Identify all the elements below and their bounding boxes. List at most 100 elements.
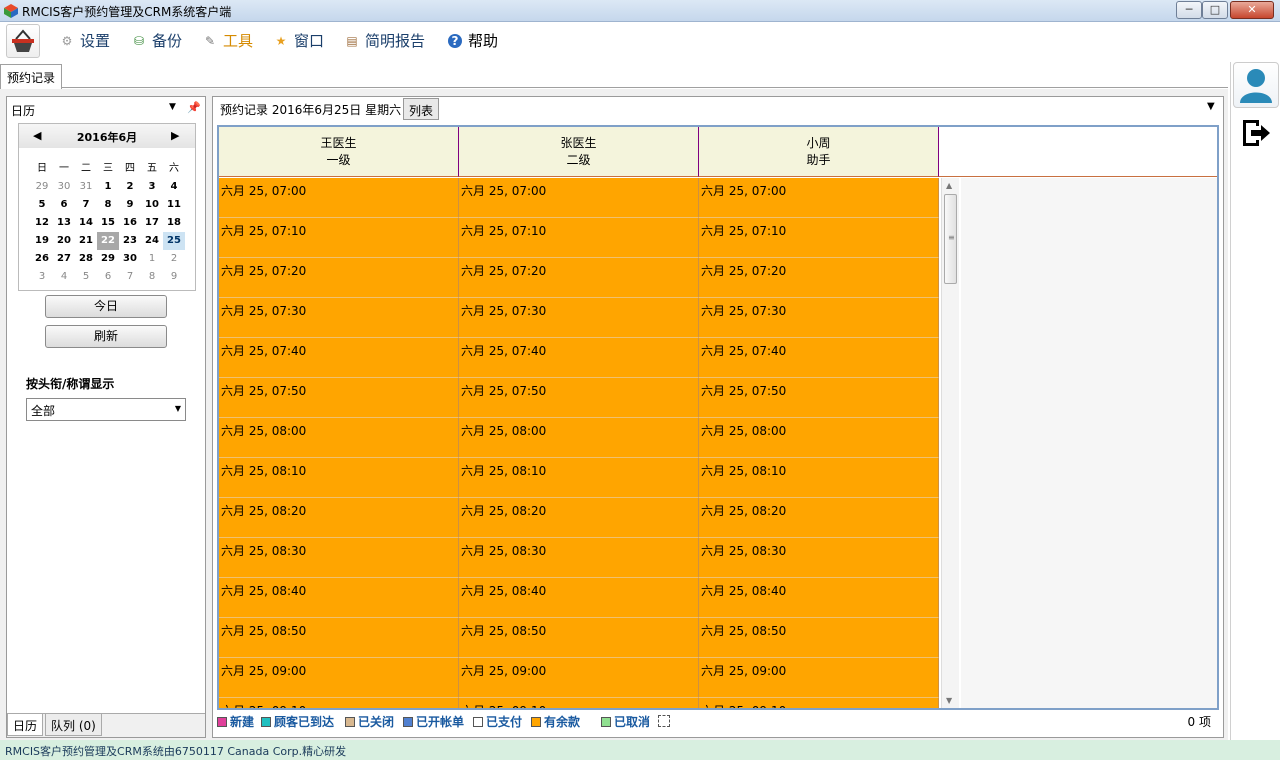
scroll-up-icon[interactable]: ▲ [946, 181, 952, 190]
time-slot-cell[interactable]: 六月 25, 09:00 [699, 658, 939, 698]
calendar-day[interactable]: 3 [141, 178, 163, 196]
time-slot-cell[interactable]: 六月 25, 08:20 [219, 498, 459, 538]
calendar-day[interactable]: 6 [53, 196, 75, 214]
time-slot-cell[interactable]: 六月 25, 08:40 [219, 578, 459, 618]
calendar-day[interactable]: 2 [119, 178, 141, 196]
calendar-day[interactable]: 10 [141, 196, 163, 214]
title-filter-select[interactable]: 全部 ▼ [26, 398, 186, 421]
time-slot-cell[interactable]: 六月 25, 08:30 [459, 538, 699, 578]
calendar-day[interactable]: 26 [31, 250, 53, 268]
calendar-day[interactable]: 5 [75, 268, 97, 286]
calendar-day[interactable]: 17 [141, 214, 163, 232]
calendar-day[interactable]: 7 [119, 268, 141, 286]
calendar-day[interactable]: 29 [97, 250, 119, 268]
calendar-day[interactable]: 7 [75, 196, 97, 214]
time-slot-cell[interactable]: 六月 25, 07:10 [459, 218, 699, 258]
next-month-icon[interactable]: ▶ [171, 129, 179, 142]
time-slot-cell[interactable]: 六月 25, 07:50 [699, 378, 939, 418]
time-slot-cell[interactable]: 六月 25, 08:20 [699, 498, 939, 538]
calendar-day[interactable]: 30 [53, 178, 75, 196]
calendar-day[interactable]: 11 [163, 196, 185, 214]
scroll-down-icon[interactable]: ▼ [946, 696, 952, 705]
calendar-day[interactable]: 30 [119, 250, 141, 268]
calendar-day[interactable]: 16 [119, 214, 141, 232]
maximize-button[interactable]: □ [1202, 1, 1228, 19]
calendar-day[interactable]: 1 [141, 250, 163, 268]
time-slot-cell[interactable]: 六月 25, 08:50 [219, 618, 459, 658]
menu-window[interactable]: ★ 窗口 [274, 30, 324, 51]
time-slot-cell[interactable]: 六月 25, 08:10 [459, 458, 699, 498]
calendar-day[interactable]: 6 [97, 268, 119, 286]
calendar-day[interactable]: 31 [75, 178, 97, 196]
tab-calendar[interactable]: 日历 [7, 714, 44, 736]
time-slot-cell[interactable]: 六月 25, 08:00 [219, 418, 459, 458]
calendar-day[interactable]: 8 [141, 268, 163, 286]
calendar-day[interactable]: 1 [97, 178, 119, 196]
time-slot-cell[interactable]: 六月 25, 09:10 [459, 698, 699, 708]
calendar-day[interactable]: 20 [53, 232, 75, 250]
calendar-selected-day[interactable]: 25 [163, 232, 185, 250]
time-slot-cell[interactable]: 六月 25, 08:00 [459, 418, 699, 458]
calendar-day[interactable]: 21 [75, 232, 97, 250]
menu-settings[interactable]: ⚙ 设置 [60, 30, 110, 51]
logout-button[interactable] [1239, 116, 1273, 150]
time-slot-cell[interactable]: 六月 25, 08:10 [219, 458, 459, 498]
time-slot-cell[interactable]: 六月 25, 07:30 [459, 298, 699, 338]
pin-icon[interactable]: 📌 [187, 101, 201, 114]
column-header[interactable]: 小周 助手 [699, 127, 939, 177]
time-slot-cell[interactable]: 六月 25, 07:20 [699, 258, 939, 298]
time-slot-cell[interactable]: 六月 25, 07:00 [219, 178, 459, 218]
time-slot-cell[interactable]: 六月 25, 08:50 [699, 618, 939, 658]
time-slot-cell[interactable]: 六月 25, 07:50 [219, 378, 459, 418]
calendar-day[interactable]: 5 [31, 196, 53, 214]
time-slot-cell[interactable]: 六月 25, 09:10 [699, 698, 939, 708]
calendar-day[interactable]: 4 [53, 268, 75, 286]
user-button[interactable] [1233, 62, 1279, 108]
calendar-day[interactable]: 23 [119, 232, 141, 250]
calendar-day[interactable]: 28 [75, 250, 97, 268]
time-slot-cell[interactable]: 六月 25, 09:10 [219, 698, 459, 708]
tab-appointment-day[interactable]: 预约记录 2016年6月25日 星期六 [215, 98, 407, 120]
time-slot-cell[interactable]: 六月 25, 07:00 [699, 178, 939, 218]
time-slot-cell[interactable]: 六月 25, 07:40 [219, 338, 459, 378]
scroll-thumb[interactable]: ≡ [944, 194, 957, 284]
panel-menu-icon[interactable]: ▼ [1207, 101, 1215, 112]
menu-tools[interactable]: ✎ 工具 [203, 30, 253, 51]
time-slot-cell[interactable]: 六月 25, 08:20 [459, 498, 699, 538]
time-slot-cell[interactable]: 六月 25, 08:30 [699, 538, 939, 578]
home-button[interactable] [6, 24, 40, 58]
calendar-day[interactable]: 14 [75, 214, 97, 232]
calendar-day[interactable]: 19 [31, 232, 53, 250]
calendar-day[interactable]: 29 [31, 178, 53, 196]
legend-toggle-icon[interactable] [658, 715, 670, 727]
minimize-button[interactable]: ─ [1176, 1, 1202, 19]
time-slot-cell[interactable]: 六月 25, 07:40 [699, 338, 939, 378]
menu-help[interactable]: ? 帮助 [448, 30, 498, 51]
time-slot-cell[interactable]: 六月 25, 07:20 [459, 258, 699, 298]
calendar-day[interactable]: 27 [53, 250, 75, 268]
time-slot-cell[interactable]: 六月 25, 08:00 [699, 418, 939, 458]
time-slot-cell[interactable]: 六月 25, 07:20 [219, 258, 459, 298]
tab-list[interactable]: 列表 [403, 98, 440, 120]
today-button[interactable]: 今日 [45, 295, 167, 318]
calendar-day[interactable]: 13 [53, 214, 75, 232]
vertical-scrollbar[interactable]: ▲ ≡ ▼ [941, 178, 959, 708]
time-slot-cell[interactable]: 六月 25, 09:00 [219, 658, 459, 698]
time-slot-cell[interactable]: 六月 25, 07:00 [459, 178, 699, 218]
time-slot-cell[interactable]: 六月 25, 07:50 [459, 378, 699, 418]
close-button[interactable]: ✕ [1230, 1, 1274, 19]
time-slot-cell[interactable]: 六月 25, 08:40 [459, 578, 699, 618]
time-slot-cell[interactable]: 六月 25, 08:30 [219, 538, 459, 578]
time-slot-cell[interactable]: 六月 25, 07:30 [219, 298, 459, 338]
calendar-day[interactable]: 18 [163, 214, 185, 232]
time-slot-cell[interactable]: 六月 25, 07:30 [699, 298, 939, 338]
column-header[interactable]: 王医生 一级 [219, 127, 459, 177]
calendar-day[interactable]: 3 [31, 268, 53, 286]
column-header[interactable]: 张医生 二级 [459, 127, 699, 177]
time-slot-cell[interactable]: 六月 25, 07:40 [459, 338, 699, 378]
time-slot-cell[interactable]: 六月 25, 09:00 [459, 658, 699, 698]
time-slot-cell[interactable]: 六月 25, 07:10 [219, 218, 459, 258]
calendar-day[interactable]: 24 [141, 232, 163, 250]
calendar-day[interactable]: 9 [119, 196, 141, 214]
calendar-day[interactable]: 8 [97, 196, 119, 214]
